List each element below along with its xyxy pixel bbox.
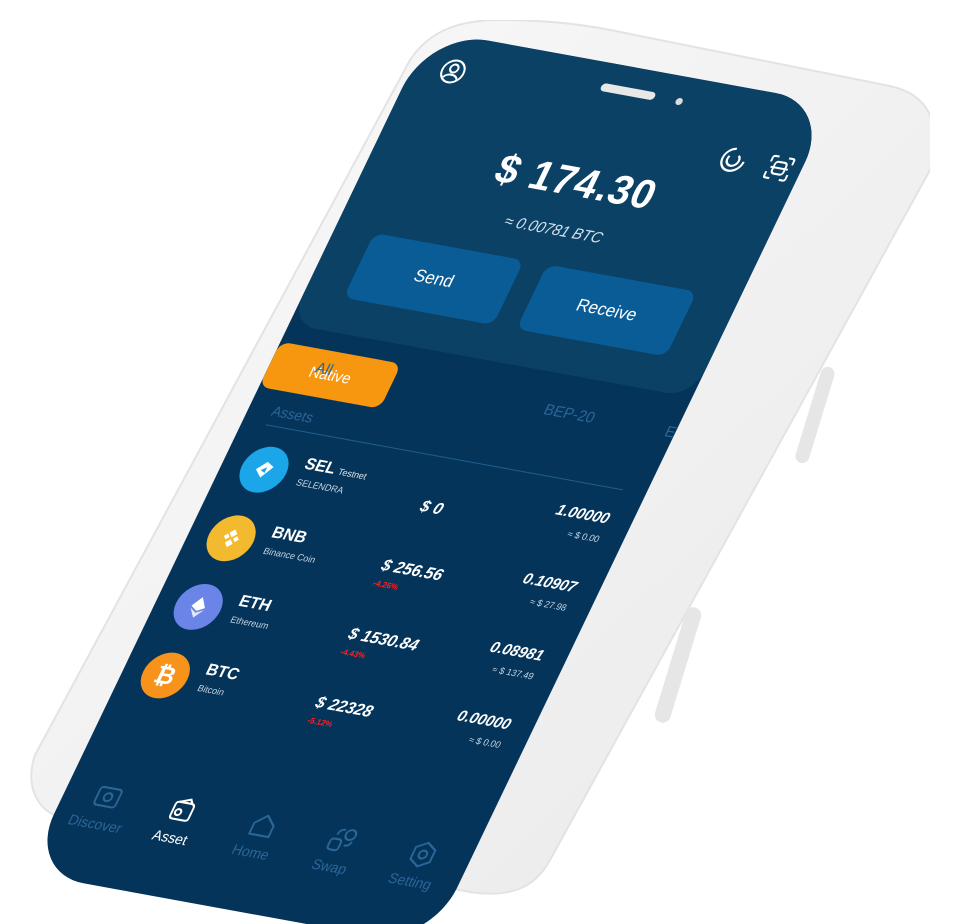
wallet-icon (168, 798, 196, 822)
asset-amount: 0.08981 (486, 638, 547, 665)
asset-amount: 0.10907 (519, 570, 580, 597)
nav-label: Setting (385, 869, 435, 893)
selendra-icon (231, 443, 297, 497)
asset-amount: 0.00000 (454, 707, 515, 734)
asset-value: ≈ $ 27.98 (527, 596, 569, 613)
swap-icon (326, 828, 358, 852)
asset-value: ≈ $ 0.00 (565, 528, 602, 545)
asset-change: -5.12% (305, 715, 335, 729)
settings-icon (409, 841, 437, 868)
tab-native[interactable]: Native (258, 341, 402, 409)
asset-name: Bitcoin (195, 682, 227, 698)
tab-bep-20[interactable]: BEP-20 (540, 401, 598, 427)
asset-name: Binance Coin (261, 545, 318, 565)
asset-change: -4.43% (338, 647, 368, 661)
home-icon (247, 814, 275, 839)
asset-tag: Testnet (336, 466, 369, 482)
nav-setting[interactable]: Setting (370, 833, 466, 895)
nav-label: Swap (308, 855, 351, 878)
asset-symbol: BTC (202, 661, 243, 684)
assets-section-label: Assets (268, 402, 317, 426)
bottom-nav: Discover Asset Home Swap Setting (31, 775, 477, 924)
bitcoin-icon: ₿ (132, 648, 199, 703)
nav-label: Asset (149, 826, 191, 849)
stage: $ 174.30 ≈ 0.00781 BTC Send Receive All … (0, 0, 966, 924)
ethereum-icon (165, 580, 232, 634)
binance-icon (198, 511, 264, 565)
asset-symbol: BNB (268, 524, 310, 547)
nav-swap[interactable]: Swap (289, 819, 385, 881)
asset-symbol: ETH (235, 592, 275, 616)
nav-home[interactable]: Home (211, 804, 307, 866)
asset-name: Ethereum (228, 614, 271, 631)
nav-label: Home (229, 840, 273, 864)
discover-icon (93, 785, 123, 809)
asset-amount: 1.00000 (552, 501, 613, 528)
asset-value: ≈ $ 0.00 (466, 734, 503, 751)
nav-label: Discover (65, 811, 126, 837)
asset-value: ≈ $ 137.49 (490, 664, 536, 682)
asset-price: $ 0 (416, 497, 447, 519)
asset-change: -4.26% (371, 578, 401, 592)
